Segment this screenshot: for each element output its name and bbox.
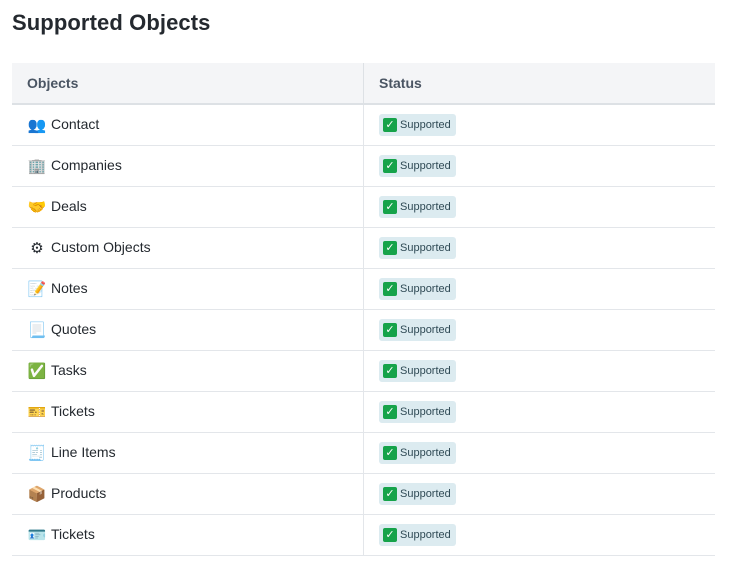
check-mark-icon: ✓ [383,487,397,501]
status-badge: ✓ Supported [379,401,456,423]
status-label: Supported [400,488,451,500]
status-cell: ✓ Supported [363,145,715,187]
memo-icon: 📝 [27,280,47,298]
object-label: Tickets [51,403,95,419]
status-badge: ✓ Supported [379,483,456,505]
status-label: Supported [400,160,451,172]
status-badge: ✓ Supported [379,360,456,382]
object-cell: 📝 Notes [12,268,364,310]
object-label: Tickets [51,526,95,542]
object-cell: 📃 Quotes [12,309,364,351]
table-row: 🪪 Tickets ✓ Supported [12,514,715,556]
gear-icon: ⚙ [30,239,44,257]
object-cell: 🪪 Tickets [12,514,364,556]
status-cell: ✓ Supported [363,186,715,228]
status-label: Supported [400,529,451,541]
object-label: Companies [51,157,122,173]
check-mark-icon: ✓ [383,446,397,460]
status-badge: ✓ Supported [379,155,456,177]
object-cell: 🎫 Tickets [12,391,364,433]
table-row: 📃 Quotes ✓ Supported [12,309,715,351]
newspaper-icon: 📃 [27,321,47,339]
supported-objects-table: Objects Status 👥 Contact ✓ Supported 🏢 Compan… [12,63,715,556]
check-mark-icon: ✓ [383,159,397,173]
check-mark-icon: ✓ [383,405,397,419]
status-cell: ✓ Supported [363,432,715,474]
status-cell: ✓ Supported [363,350,715,392]
status-cell: ✓ Supported [363,391,715,433]
table-row: 📦 Products ✓ Supported [12,473,715,515]
office-building-icon: 🏢 [27,157,47,175]
status-cell: ✓ Supported [363,473,715,515]
status-label: Supported [400,201,451,213]
table-row: 👥 Contact ✓ Supported [12,104,715,146]
check-mark-icon: ✓ [383,200,397,214]
status-cell: ✓ Supported [363,227,715,269]
check-mark-icon: ✓ [383,528,397,542]
status-badge: ✓ Supported [379,278,456,300]
object-label: Products [51,485,107,501]
column-header-objects: Objects [12,63,364,105]
status-label: Supported [400,406,451,418]
table-row: ⚙ Custom Objects ✓ Supported [12,227,715,269]
object-cell: ✅ Tasks [12,350,364,392]
status-label: Supported [400,283,451,295]
ticket-icon: 🎫 [27,403,47,421]
table-row: 📝 Notes ✓ Supported [12,268,715,310]
check-mark-icon: ✓ [383,118,397,132]
table-row: 🧾 Line Items ✓ Supported [12,432,715,474]
status-badge: ✓ Supported [379,114,456,136]
table-header-row: Objects Status [12,63,715,105]
status-badge: ✓ Supported [379,442,456,464]
object-label: Deals [51,198,87,214]
status-label: Supported [400,242,451,254]
package-icon: 📦 [27,485,47,503]
status-badge: ✓ Supported [379,237,456,259]
object-label: Tasks [51,362,87,378]
table-row: 🎫 Tickets ✓ Supported [12,391,715,433]
table-body: 👥 Contact ✓ Supported 🏢 Companies ✓ Supported 🤝 D… [12,104,715,556]
object-label: Contact [51,116,100,132]
status-cell: ✓ Supported [363,309,715,351]
column-header-status: Status [363,63,715,105]
status-label: Supported [400,119,451,131]
object-cell: 🤝 Deals [12,186,364,228]
people-icon: 👥 [27,116,47,134]
object-cell: ⚙ Custom Objects [12,227,364,269]
check-mark-icon: ✓ [383,364,397,378]
check-mark-icon: ✓ [383,241,397,255]
status-label: Supported [400,324,451,336]
table-row: 🏢 Companies ✓ Supported [12,145,715,187]
status-badge: ✓ Supported [379,524,456,546]
object-label: Custom Objects [51,239,151,255]
handshake-icon: 🤝 [27,198,47,216]
receipt-icon: 🧾 [27,444,47,462]
status-cell: ✓ Supported [363,514,715,556]
table-row: 🤝 Deals ✓ Supported [12,186,715,228]
object-cell: 📦 Products [12,473,364,515]
status-label: Supported [400,365,451,377]
check-mark-icon: ✅ [27,362,47,380]
object-cell: 🧾 Line Items [12,432,364,474]
object-label: Notes [51,280,88,296]
status-cell: ✓ Supported [363,268,715,310]
status-badge: ✓ Supported [379,319,456,341]
check-mark-icon: ✓ [383,323,397,337]
check-mark-icon: ✓ [383,282,397,296]
table-row: ✅ Tasks ✓ Supported [12,350,715,392]
page-title: Supported Objects [12,10,211,35]
object-cell: 🏢 Companies [12,145,364,187]
object-label: Line Items [51,444,116,460]
id-card-icon: 🪪 [27,526,47,544]
status-label: Supported [400,447,451,459]
status-badge: ✓ Supported [379,196,456,218]
object-cell: 👥 Contact [12,104,364,146]
object-label: Quotes [51,321,97,337]
status-cell: ✓ Supported [363,104,715,146]
